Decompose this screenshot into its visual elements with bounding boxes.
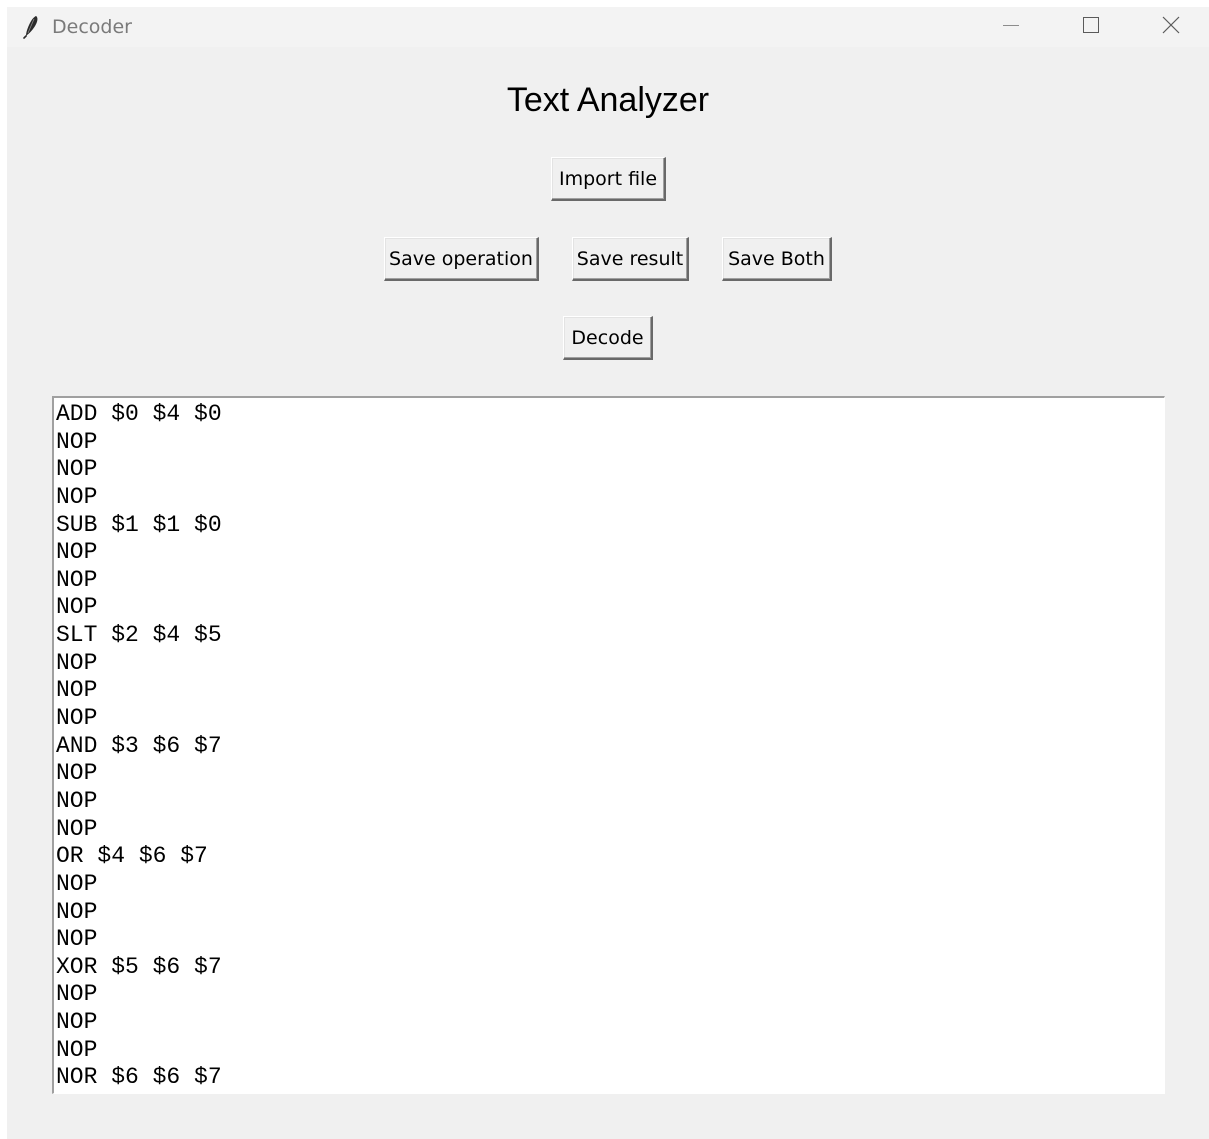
- text-line: ADD $0 $4 $0: [56, 401, 222, 427]
- maximize-icon: [1083, 16, 1099, 38]
- text-line: NOP: [56, 483, 98, 510]
- import-file-button[interactable]: Import file: [551, 157, 666, 201]
- text-line: SLT $2 $4 $5: [56, 622, 222, 649]
- minimize-button[interactable]: [971, 7, 1051, 47]
- text-line: NOP: [56, 787, 98, 814]
- feather-icon: [21, 15, 41, 39]
- text-line: NOP: [56, 815, 98, 842]
- page-title: Text Analyzer: [506, 81, 710, 119]
- text-line: SUB $1 $1 $0: [56, 511, 222, 538]
- text-line: XOR $5 $6 $7: [56, 953, 222, 980]
- minimize-icon: [1003, 17, 1019, 38]
- text-content: ADD $0 $4 $0 NOP NOP NOP SUB $1 $1 $0 NOP NOP N…: [56, 401, 222, 1092]
- title-bar[interactable]: Decoder: [7, 7, 1209, 47]
- text-line: NOP: [56, 539, 98, 566]
- text-line: NOR $6 $6 $7: [56, 1064, 222, 1091]
- text-line: NOP: [56, 428, 98, 455]
- text-line: NOP: [56, 760, 98, 787]
- window-title: Decoder: [52, 16, 132, 38]
- text-line: OR $4 $6 $7: [56, 843, 208, 870]
- app-window: Decoder Text Analyzer Import file Save o…: [7, 7, 1209, 1139]
- text-line: NOP: [56, 981, 98, 1008]
- close-icon: [1162, 16, 1180, 39]
- text-line: NOP: [56, 870, 98, 897]
- decode-button[interactable]: Decode: [563, 316, 653, 360]
- main-panel: Text Analyzer Import file Save operation…: [7, 47, 1209, 1139]
- text-line: NOP: [56, 898, 98, 925]
- text-line: NOP: [56, 649, 98, 676]
- text-line: NOP: [56, 926, 98, 953]
- save-result-button[interactable]: Save result: [572, 237, 689, 281]
- close-button[interactable]: [1131, 7, 1209, 47]
- text-line: NOP: [56, 594, 98, 621]
- text-line: NOP: [56, 1036, 98, 1063]
- text-line: NOP: [56, 705, 98, 732]
- text-line: NOP: [56, 1009, 98, 1036]
- text-line: NOP: [56, 566, 98, 593]
- save-operation-button[interactable]: Save operation: [384, 237, 539, 281]
- text-line: AND $3 $6 $7: [56, 732, 222, 759]
- text-line: NOP: [56, 677, 98, 704]
- text-output-area[interactable]: ADD $0 $4 $0 NOP NOP NOP SUB $1 $1 $0 NOP NOP N…: [52, 396, 1165, 1094]
- text-line: NOP: [56, 456, 98, 483]
- save-both-button[interactable]: Save Both: [722, 237, 832, 281]
- maximize-button[interactable]: [1051, 7, 1131, 47]
